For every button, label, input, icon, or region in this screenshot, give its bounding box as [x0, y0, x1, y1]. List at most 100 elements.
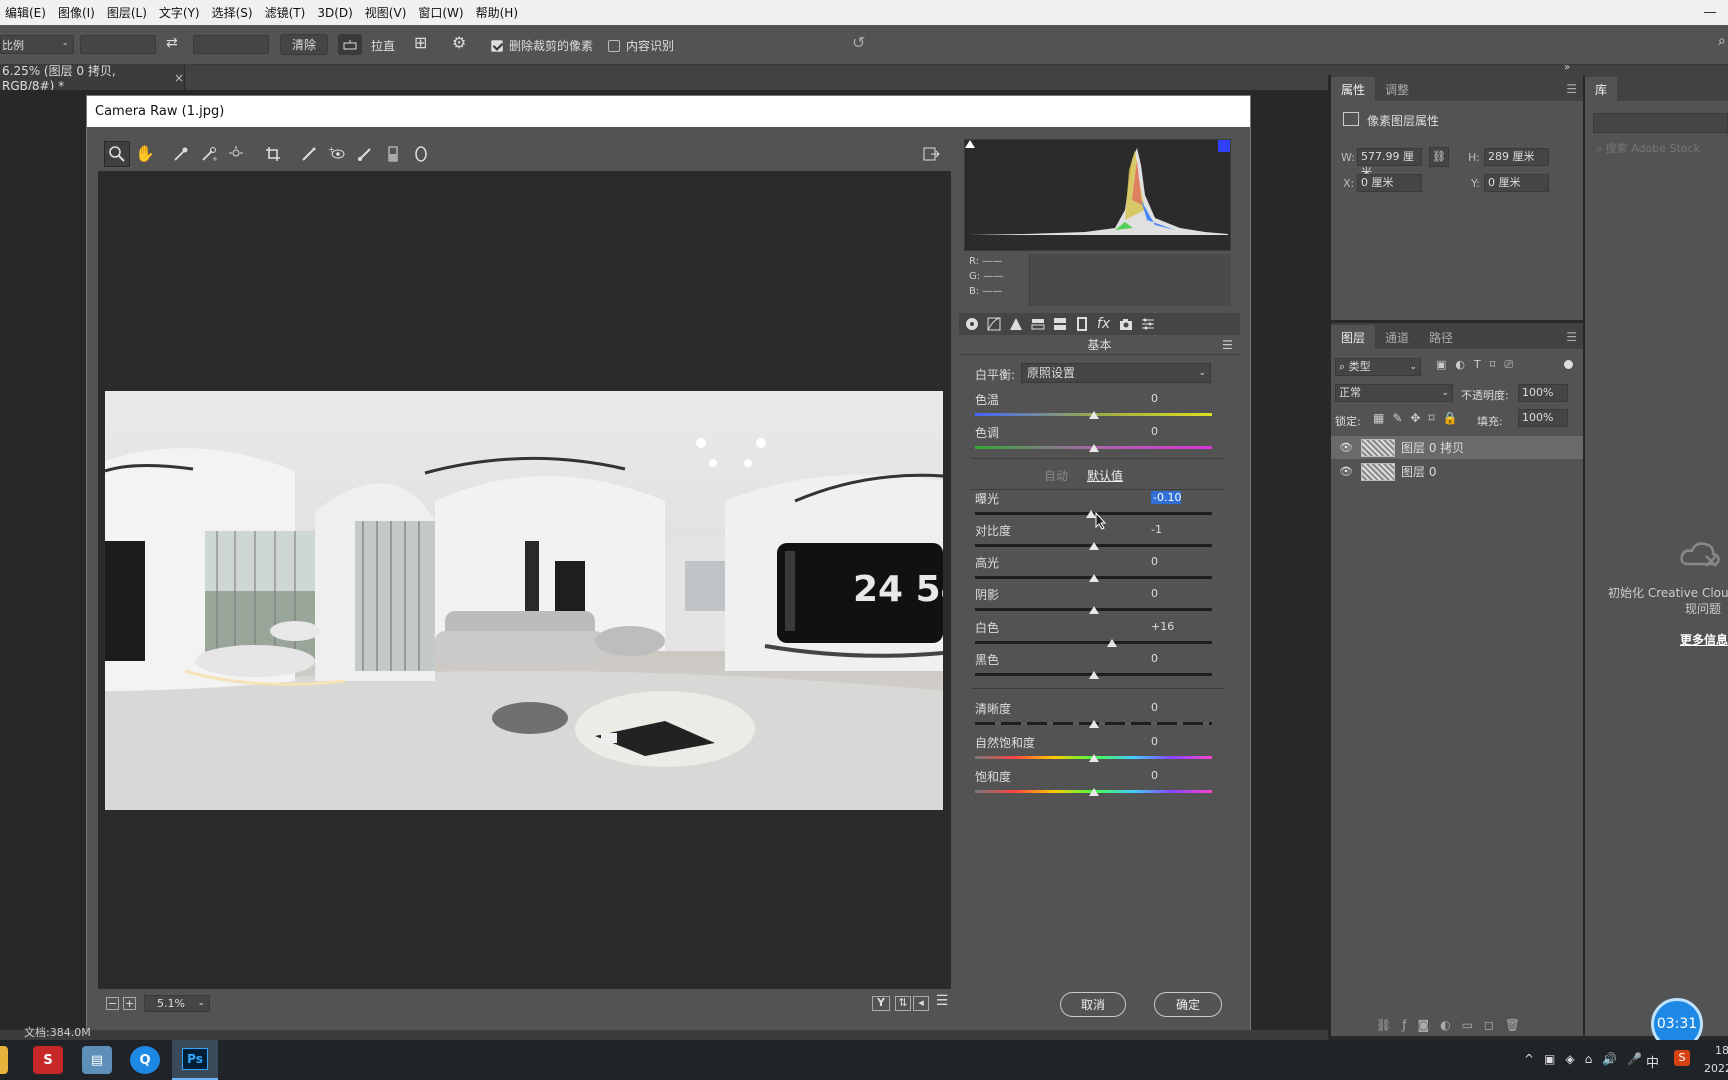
- radial-filter-icon[interactable]: [408, 141, 434, 167]
- ok-button[interactable]: 确定: [1154, 992, 1222, 1017]
- sogou-ime-icon[interactable]: S: [1674, 1050, 1690, 1066]
- layer-actions[interactable]: ⛓ƒ◙◐▭◻🗑: [1376, 1018, 1531, 1032]
- sketchup-icon[interactable]: S: [33, 1046, 63, 1074]
- panel-menu-icon[interactable]: ☰: [1560, 77, 1583, 101]
- grid-overlay-icon[interactable]: ⊞: [414, 33, 427, 52]
- width-field[interactable]: 577.99 厘米: [1357, 148, 1422, 179]
- panel-menu-icon[interactable]: ☰: [1222, 338, 1233, 352]
- camera-calibration-icon[interactable]: [1117, 316, 1134, 333]
- slider-value-field[interactable]: 0: [1151, 701, 1206, 714]
- tab-adjustments[interactable]: 调整: [1375, 77, 1419, 101]
- color-sampler-tool-icon[interactable]: +: [196, 141, 222, 167]
- stock-search-input[interactable]: ⌕ 搜索 Adobe Stock: [1593, 139, 1728, 159]
- default-button[interactable]: 默认值: [1087, 467, 1123, 484]
- tab-libraries[interactable]: 库: [1585, 77, 1618, 101]
- slider-thumb[interactable]: [1088, 720, 1099, 728]
- menu-view[interactable]: 视图(V): [359, 4, 413, 21]
- lens-corrections-icon[interactable]: [1073, 316, 1090, 333]
- crop-height-input[interactable]: [193, 35, 269, 54]
- slider-track[interactable]: [975, 641, 1212, 644]
- hand-tool-icon[interactable]: ✋: [132, 141, 158, 167]
- zoom-tool-icon[interactable]: [104, 140, 130, 167]
- panel-menu-icon[interactable]: ☰: [1560, 325, 1583, 349]
- lock-icons[interactable]: ▦✎✥⌑🔒: [1373, 411, 1466, 425]
- white-balance-tool-icon[interactable]: [168, 141, 194, 167]
- eye-icon[interactable]: 👁: [1331, 465, 1361, 478]
- file-explorer-icon[interactable]: [0, 1046, 8, 1074]
- eye-icon[interactable]: 👁: [1331, 441, 1361, 454]
- slider-value-field[interactable]: 0: [1151, 587, 1206, 600]
- slider-value-field[interactable]: 0: [1151, 425, 1206, 438]
- crop-ratio-select[interactable]: 比例 ⌄: [0, 35, 74, 54]
- menu-image[interactable]: 图像(I): [52, 4, 101, 21]
- preview-settings-icon[interactable]: ☰: [934, 994, 950, 1011]
- spot-removal-tool-icon[interactable]: [296, 141, 322, 167]
- content-aware-checkbox[interactable]: 内容识别: [608, 37, 674, 54]
- slider-value-field[interactable]: +16: [1151, 620, 1206, 633]
- qq-browser-icon[interactable]: Q: [130, 1046, 160, 1074]
- menu-window[interactable]: 窗口(W): [412, 4, 469, 21]
- slider-thumb[interactable]: [1088, 542, 1099, 550]
- menu-filter[interactable]: 滤镜(T): [259, 4, 312, 21]
- window-minimize-button[interactable]: [1700, 0, 1728, 25]
- slider-value-field[interactable]: -0.10: [1151, 491, 1181, 504]
- basic-panel-icon[interactable]: [963, 316, 980, 333]
- slider-value-field[interactable]: 0: [1151, 735, 1206, 748]
- y-field[interactable]: 0 厘米: [1484, 174, 1549, 192]
- photoshop-taskbar-button[interactable]: Ps: [172, 1040, 218, 1080]
- delete-cropped-checkbox[interactable]: 删除裁剪的像素: [491, 37, 593, 54]
- zoom-out-icon[interactable]: −: [106, 997, 119, 1010]
- white-balance-select[interactable]: 原照设置 ⌄: [1021, 363, 1211, 383]
- fill-field[interactable]: 100%: [1518, 409, 1568, 427]
- height-field[interactable]: 289 厘米: [1484, 148, 1549, 166]
- slider-thumb[interactable]: [1107, 639, 1118, 647]
- menu-select[interactable]: 选择(S): [206, 4, 259, 21]
- gear-icon[interactable]: ⚙: [452, 33, 466, 52]
- opacity-field[interactable]: 100%: [1518, 384, 1568, 402]
- layer-filter-select[interactable]: ⌕ 类型 ⌄: [1335, 358, 1421, 376]
- search-icon[interactable]: ⌕: [1718, 33, 1726, 49]
- slider-value-field[interactable]: 0: [1151, 392, 1206, 405]
- ime-indicator[interactable]: 中: [1646, 1052, 1659, 1071]
- crop-width-input[interactable]: [80, 35, 156, 54]
- slider-thumb[interactable]: [1088, 754, 1099, 762]
- slider-thumb[interactable]: [1088, 574, 1099, 582]
- close-icon[interactable]: ×: [174, 71, 184, 85]
- link-icon[interactable]: ⛓: [1429, 147, 1449, 167]
- tab-layers[interactable]: 图层: [1331, 325, 1376, 349]
- red-eye-tool-icon[interactable]: +: [324, 141, 350, 167]
- menu-3d[interactable]: 3D(D): [311, 6, 358, 20]
- menu-edit[interactable]: 编辑(E): [0, 4, 52, 21]
- layer-row[interactable]: 👁 图层 0 拷贝: [1331, 436, 1583, 459]
- before-after-toggle[interactable]: Y: [872, 996, 890, 1011]
- slider-thumb[interactable]: [1088, 606, 1099, 614]
- clear-button[interactable]: 清除: [280, 34, 328, 55]
- reset-icon[interactable]: ↺: [852, 33, 865, 52]
- menu-help[interactable]: 帮助(H): [470, 4, 524, 21]
- slider-thumb[interactable]: [1088, 671, 1099, 679]
- layer-filter-icons[interactable]: ▣◐T⌑⎚: [1436, 358, 1522, 372]
- layer-row[interactable]: 👁 图层 0: [1331, 460, 1583, 483]
- hsl-icon[interactable]: [1029, 316, 1046, 333]
- slider-value-field[interactable]: -1: [1151, 523, 1206, 536]
- blend-mode-select[interactable]: 正常 ⌄: [1335, 384, 1453, 402]
- menu-type[interactable]: 文字(Y): [153, 4, 206, 21]
- slider-thumb[interactable]: [1088, 444, 1099, 452]
- targeted-adjustment-tool-icon[interactable]: [224, 141, 250, 167]
- effects-icon[interactable]: fx: [1095, 316, 1112, 333]
- zoom-in-icon[interactable]: +: [123, 997, 136, 1010]
- system-tray-icons[interactable]: ^▣◈⌂🔊🎤: [1524, 1052, 1652, 1066]
- slider-value-field[interactable]: 0: [1151, 769, 1206, 782]
- menu-layer[interactable]: 图层(L): [101, 4, 153, 21]
- slider-thumb[interactable]: [1088, 411, 1099, 419]
- swap-before-after-icon[interactable]: ⇅: [895, 996, 911, 1011]
- app-icon[interactable]: ▤: [82, 1046, 112, 1074]
- x-field[interactable]: 0 厘米: [1357, 174, 1422, 192]
- slider-value-field[interactable]: 0: [1151, 555, 1206, 568]
- filter-toggle-icon[interactable]: [1564, 360, 1573, 369]
- cancel-button[interactable]: 取消: [1060, 992, 1126, 1017]
- tone-curve-icon[interactable]: [985, 316, 1002, 333]
- slider-value-field[interactable]: 0: [1151, 652, 1206, 665]
- tab-paths[interactable]: 路径: [1419, 325, 1463, 349]
- straighten-icon[interactable]: [338, 34, 362, 55]
